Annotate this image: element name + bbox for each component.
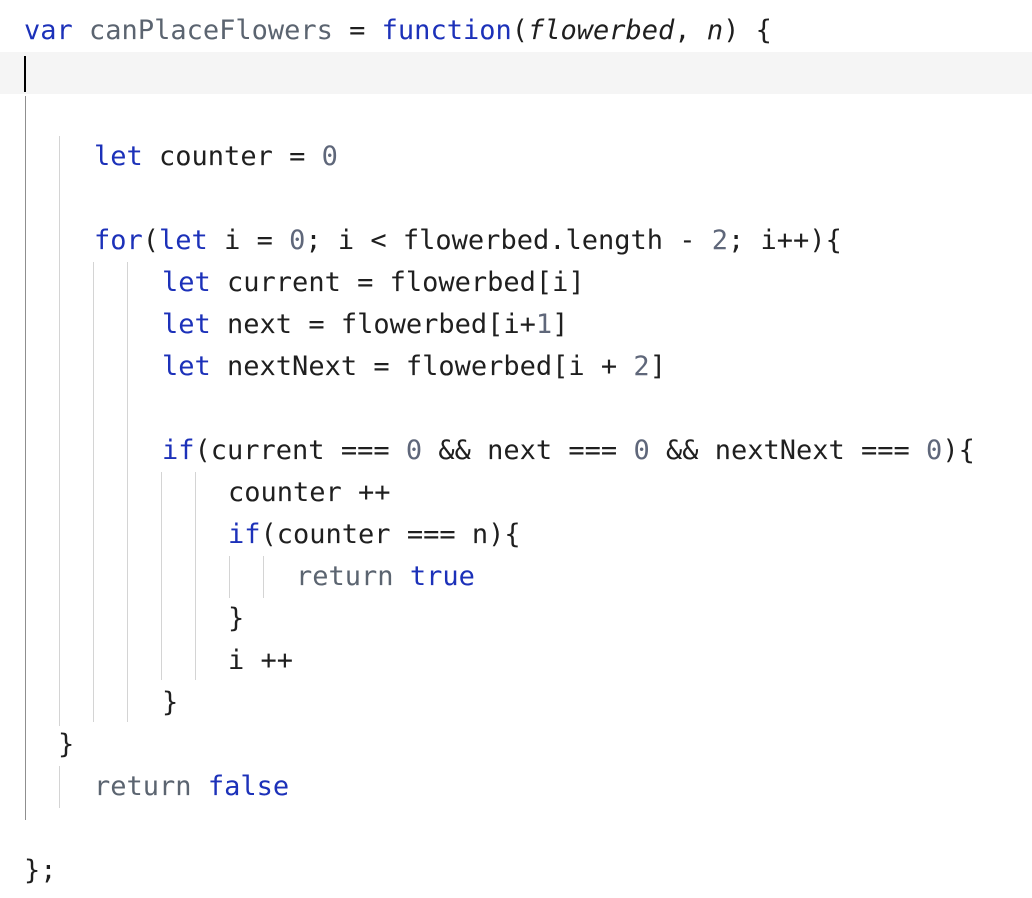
code-token-num: 2 (711, 225, 729, 256)
code-line: let nextNext = flowerbed[i + 2] (0, 346, 1032, 388)
code-token-plain: } (58, 729, 75, 760)
code-line: }; (0, 850, 1032, 892)
code-editor[interactable]: var canPlaceFlowers = function(flowerbed… (0, 0, 1032, 898)
code-token-ident: canPlaceFlowers (89, 15, 333, 46)
code-token-plain: (counter === n){ (260, 519, 521, 550)
code-line: } (0, 682, 1032, 724)
code-token-plain: ; i++){ (728, 225, 842, 256)
indent-guide (195, 472, 196, 680)
code-line: let counter = 0 (0, 136, 1032, 178)
code-token-kw: function (381, 15, 512, 46)
code-token-plain: counter = (142, 141, 322, 172)
code-token-ident: return (94, 771, 192, 802)
code-line: let current = flowerbed[i] (0, 262, 1032, 304)
code-token-kw: let (159, 225, 208, 256)
code-token-param: flowerbed (527, 15, 675, 46)
code-token-kw: var (24, 15, 73, 46)
code-token-kw: if (162, 435, 195, 466)
code-line: i ++ (0, 640, 1032, 682)
code-token-plain: , (674, 15, 707, 46)
code-token-plain: ] (649, 351, 666, 382)
code-token-num: 0 (405, 435, 423, 466)
code-token-plain: next = flowerbed[i+ (210, 309, 536, 340)
code-token-plain: ; i < flowerbed.length - (305, 225, 712, 256)
code-token-num: 2 (633, 351, 650, 382)
indent-guide (127, 262, 128, 722)
code-line: for(let i = 0; i < flowerbed.length - 2;… (0, 220, 1032, 262)
code-token-num: 0 (926, 435, 943, 466)
code-token-plain: nextNext = flowerbed[i + (210, 351, 634, 382)
code-token-plain: i ++ (228, 645, 294, 676)
code-token-kw: for (94, 225, 143, 256)
code-token-plain: current = flowerbed[i] (210, 267, 585, 298)
code-token-kw: if (228, 519, 261, 550)
code-line: if(current === 0 && next === 0 && nextNe… (0, 430, 1032, 472)
code-token-num: 1 (535, 309, 553, 340)
text-cursor (24, 56, 26, 92)
code-token-num: 0 (289, 225, 306, 256)
code-token-plain: }; (24, 855, 57, 886)
code-token-kw: let (94, 141, 143, 172)
code-token-plain: ] (552, 309, 569, 340)
code-line: var canPlaceFlowers = function(flowerbed… (0, 10, 1032, 52)
code-token-plain: } (228, 603, 245, 634)
code-token-num: 0 (321, 141, 338, 172)
code-token-plain: && nextNext === (649, 435, 927, 466)
code-token-ident: return (296, 561, 394, 592)
code-token-plain: && next === (422, 435, 634, 466)
code-token-kw: let (162, 267, 211, 298)
code-line: if(counter === n){ (0, 514, 1032, 556)
code-token-kw: false (207, 771, 290, 802)
code-token-plain: i = (207, 225, 290, 256)
indent-guide (229, 556, 230, 598)
indent-guide (59, 766, 60, 808)
code-token-plain: ) { (723, 15, 772, 46)
code-token-plain: ( (142, 225, 160, 256)
indent-guide (93, 262, 94, 722)
code-token-kw: true (409, 561, 475, 592)
code-token-kw: let (162, 309, 211, 340)
code-line: counter ++ (0, 472, 1032, 514)
code-token-plain: counter ++ (228, 477, 391, 508)
code-token-plain: ){ (942, 435, 975, 466)
code-line: } (0, 724, 1032, 766)
indent-guide (161, 472, 162, 680)
code-line: return false (0, 766, 1032, 808)
code-token-kw: let (162, 351, 211, 382)
indent-guide (59, 136, 60, 726)
code-line: let next = flowerbed[i+1] (0, 304, 1032, 346)
indent-guide (263, 556, 264, 598)
code-token-plain: (current === (194, 435, 406, 466)
code-token-plain: } (162, 687, 179, 718)
indent-guide (25, 96, 26, 820)
code-token-num: 0 (633, 435, 650, 466)
code-token-plain: = (332, 15, 382, 46)
code-token-plain: ( (511, 15, 528, 46)
code-token-param: n (706, 15, 724, 46)
code-line: } (0, 598, 1032, 640)
code-line: return true (0, 556, 1032, 598)
current-line (0, 52, 1032, 94)
